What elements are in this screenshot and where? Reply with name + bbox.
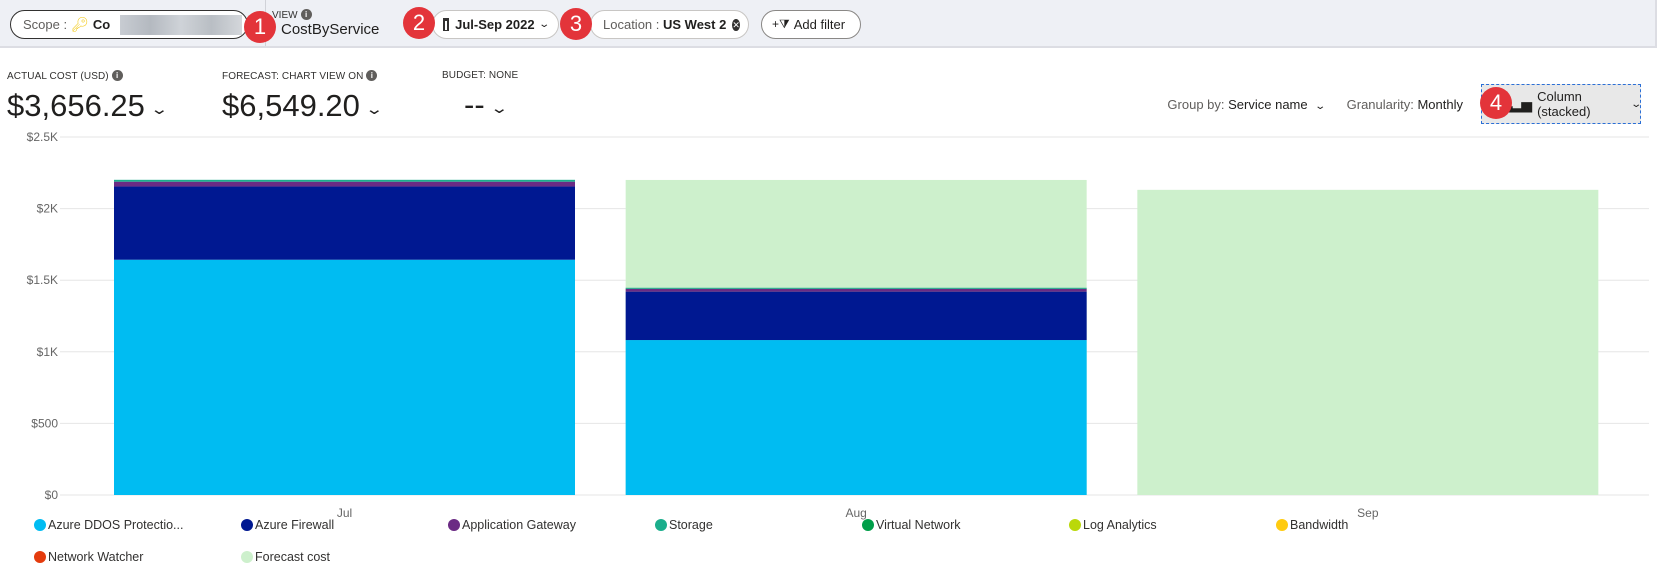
chevron-down-icon: ⌄ bbox=[1629, 98, 1642, 110]
legend-item[interactable]: Azure DDOS Protectio... bbox=[34, 518, 183, 532]
group-by-value: Service name bbox=[1228, 96, 1308, 112]
annotation-badge-1: 1 bbox=[244, 11, 276, 43]
bar-segment bbox=[114, 186, 575, 260]
chart-type-value: Column (stacked) bbox=[1537, 89, 1591, 119]
legend-label: Log Analytics bbox=[1083, 518, 1157, 532]
legend-item[interactable]: Forecast cost bbox=[241, 550, 330, 564]
group-by-label: Group by: bbox=[1167, 96, 1225, 112]
bar-segment bbox=[625, 291, 1087, 341]
y-tick-label: $1K bbox=[37, 345, 58, 359]
legend-item[interactable]: Azure Firewall bbox=[241, 518, 334, 532]
y-tick-label: $2.5K bbox=[27, 130, 58, 144]
bar-segment bbox=[114, 259, 575, 495]
forecast-amount: $6,549.20 bbox=[222, 88, 360, 123]
view-name[interactable]: CostByService bbox=[281, 21, 379, 38]
legend-swatch-icon bbox=[1276, 519, 1288, 531]
date-range-value: Jul-Sep 2022 bbox=[455, 17, 535, 32]
chevron-down-icon: ⌄ bbox=[537, 19, 550, 30]
legend-label: Virtual Network bbox=[876, 518, 961, 532]
remove-filter-icon[interactable]: ✕ bbox=[732, 18, 740, 31]
forecast-kpi[interactable]: FORECAST: CHART VIEW ON i $6,549.20 ⌄ bbox=[222, 70, 384, 124]
actual-cost-label: ACTUAL COST (USD) i bbox=[7, 70, 166, 82]
budget-kpi[interactable]: BUDGET: NONE -- ⌄ bbox=[442, 70, 518, 123]
legend-item[interactable]: Application Gateway bbox=[448, 518, 576, 532]
annotation-badge-3: 3 bbox=[560, 8, 592, 40]
legend-swatch-icon bbox=[34, 519, 46, 531]
view-label-text: VIEW bbox=[272, 10, 298, 21]
calendar-icon bbox=[443, 18, 450, 31]
info-icon[interactable]: i bbox=[111, 70, 123, 81]
legend-label: Application Gateway bbox=[462, 518, 576, 532]
legend-label: Azure Firewall bbox=[255, 518, 335, 532]
x-tick-label: Sep bbox=[1357, 506, 1379, 520]
legend-label: Network Watcher bbox=[48, 550, 144, 564]
actual-cost-value: $3,656.25 ⌄ bbox=[7, 88, 169, 124]
legend-label: Azure DDOS Protectio... bbox=[48, 518, 184, 532]
chart-controls: Group by: Service name ⌄ Granularity: Mo… bbox=[1167, 84, 1642, 124]
legend-item[interactable]: Bandwidth bbox=[1276, 518, 1348, 532]
legend-item[interactable]: Virtual Network bbox=[862, 518, 961, 532]
legend-swatch-icon bbox=[448, 519, 460, 531]
key-icon: 🔑︎ bbox=[71, 16, 89, 32]
legend-swatch-icon bbox=[34, 551, 46, 563]
location-value: US West 2 bbox=[663, 17, 727, 32]
legend-swatch-icon bbox=[241, 519, 253, 531]
legend-label: Bandwidth bbox=[1290, 518, 1349, 532]
legend-label: Forecast cost bbox=[255, 550, 331, 564]
view-label: VIEW i bbox=[272, 9, 312, 21]
annotation-badge-2: 2 bbox=[403, 7, 435, 39]
actual-cost-kpi[interactable]: ACTUAL COST (USD) i $3,656.25 ⌄ bbox=[7, 70, 169, 124]
chevron-down-icon[interactable]: ⌄ bbox=[150, 100, 169, 118]
date-range-picker[interactable]: Jul-Sep 2022 ⌄ bbox=[432, 10, 559, 39]
y-tick-label: $2K bbox=[37, 202, 58, 216]
y-tick-label: $1.5K bbox=[27, 273, 58, 287]
add-filter-button[interactable]: +⧩ Add filter bbox=[761, 10, 861, 39]
legend-item[interactable]: Network Watcher bbox=[34, 550, 143, 564]
scope-label: Scope : bbox=[23, 17, 68, 32]
legend-swatch-icon bbox=[241, 551, 253, 563]
chevron-down-icon: ⌄ bbox=[1314, 100, 1327, 112]
legend-label: Storage bbox=[669, 518, 713, 532]
legend-item[interactable]: Log Analytics bbox=[1069, 518, 1157, 532]
y-tick-label: $0 bbox=[45, 488, 59, 502]
chevron-down-icon[interactable]: ⌄ bbox=[490, 99, 509, 117]
info-icon[interactable]: i bbox=[366, 70, 378, 81]
legend-swatch-icon bbox=[655, 519, 667, 531]
bar-segment bbox=[625, 287, 1087, 289]
granularity-value: Monthly bbox=[1417, 96, 1463, 112]
chevron-down-icon[interactable]: ⌄ bbox=[365, 100, 384, 118]
forecast-label: FORECAST: CHART VIEW ON i bbox=[222, 70, 381, 82]
granularity-dropdown[interactable]: Granularity: Monthly bbox=[1347, 97, 1463, 112]
location-filter-pill[interactable]: Location : US West 2 ✕ bbox=[590, 10, 749, 39]
forecast-value: $6,549.20 ⌄ bbox=[222, 88, 384, 124]
actual-cost-label-text: ACTUAL COST (USD) bbox=[7, 71, 109, 82]
bar-segment bbox=[625, 340, 1087, 495]
add-filter-icon: +⧩ bbox=[772, 17, 790, 31]
legend-swatch-icon bbox=[1069, 519, 1081, 531]
scope-value: Co bbox=[92, 17, 111, 32]
bar-segment bbox=[114, 181, 575, 187]
annotation-badge-4: 4 bbox=[1480, 87, 1512, 119]
cost-chart: $0$500$1K$1.5K$2K$2.5KJul Aug Sep bbox=[27, 130, 1649, 520]
group-by-dropdown[interactable]: Group by: Service name ⌄ bbox=[1167, 96, 1327, 112]
redacted-scope-name bbox=[120, 15, 242, 35]
bar-segment bbox=[625, 288, 1087, 292]
budget-value: -- ⌄ bbox=[442, 87, 518, 123]
forecast-label-text: FORECAST: CHART VIEW ON bbox=[222, 71, 364, 82]
legend-swatch-icon bbox=[862, 519, 874, 531]
x-tick-label: Jul bbox=[337, 506, 352, 520]
granularity-label: Granularity: bbox=[1346, 96, 1414, 112]
bar-segment bbox=[114, 179, 575, 182]
budget-amount: -- bbox=[464, 87, 485, 122]
legend-item[interactable]: Storage bbox=[655, 518, 713, 532]
y-tick-label: $500 bbox=[31, 416, 58, 430]
actual-cost-amount: $3,656.25 bbox=[7, 88, 145, 123]
location-label: Location : bbox=[603, 17, 660, 32]
info-icon[interactable]: i bbox=[300, 9, 312, 20]
budget-label: BUDGET: NONE bbox=[442, 70, 519, 81]
add-filter-label: Add filter bbox=[793, 17, 846, 32]
forecast-bar bbox=[1137, 189, 1599, 495]
scope-pill[interactable]: Scope : 🔑︎ Co bbox=[10, 10, 248, 39]
